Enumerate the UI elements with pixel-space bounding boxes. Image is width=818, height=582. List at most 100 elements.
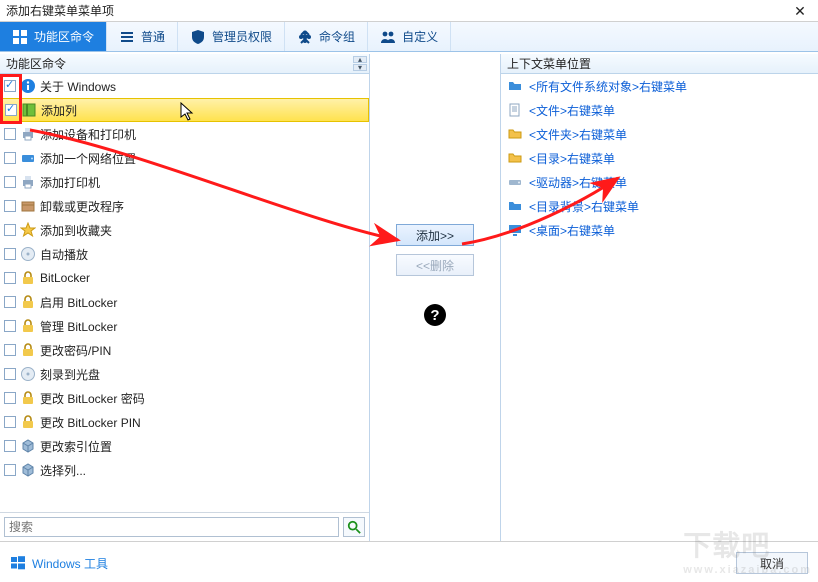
checkbox[interactable] [4, 368, 16, 380]
context-location-label: <所有文件系统对象>右键菜单 [529, 78, 687, 95]
lock-y-icon [20, 294, 36, 310]
checkbox[interactable] [4, 392, 16, 404]
toolbar-label: 普通 [141, 28, 165, 45]
left-scroll-buttons[interactable]: ▴▾ [353, 56, 369, 71]
checkbox[interactable] [4, 464, 16, 476]
list-item-label: 启用 BitLocker [40, 294, 365, 311]
list-item[interactable]: BitLocker [0, 266, 369, 290]
list-item[interactable]: 管理 BitLocker [0, 314, 369, 338]
list-item[interactable]: 自动播放 [0, 242, 369, 266]
context-location-item[interactable]: <桌面>右键菜单 [501, 218, 818, 242]
shield-icon [190, 29, 206, 45]
list-item-label: 添加一个网络位置 [40, 150, 365, 167]
lock-y-icon [20, 414, 36, 430]
context-location-list[interactable]: <所有文件系统对象>右键菜单 <文件>右键菜单 <文件夹>右键菜单 <目录>右键菜单 <… [501, 74, 818, 541]
context-location-label: <文件>右键菜单 [529, 102, 615, 119]
list-item[interactable]: 更改索引位置 [0, 434, 369, 458]
context-location-item[interactable]: <文件>右键菜单 [501, 98, 818, 122]
checkbox[interactable] [5, 104, 17, 116]
people-icon [380, 29, 396, 45]
box-icon [20, 198, 36, 214]
list-item[interactable]: 添加到收藏夹 [0, 218, 369, 242]
context-location-label: <目录>右键菜单 [529, 150, 615, 167]
checkbox[interactable] [4, 224, 16, 236]
remove-button[interactable]: <<删除 [396, 254, 474, 276]
star-icon [20, 222, 36, 238]
list-item-label: 更改 BitLocker PIN [40, 414, 365, 431]
checkbox[interactable] [4, 128, 16, 140]
list-item-label: 自动播放 [40, 246, 365, 263]
lock-y-icon [20, 390, 36, 406]
left-panel-header: 功能区命令 [6, 54, 66, 74]
list-item[interactable]: 更改密码/PIN [0, 338, 369, 362]
toolbar-ribbon-commands[interactable]: 功能区命令 [0, 22, 107, 51]
folder-yellow-icon [507, 126, 523, 142]
checkbox[interactable] [4, 416, 16, 428]
list-item[interactable]: 更改 BitLocker 密码 [0, 386, 369, 410]
search-bar [0, 512, 369, 541]
command-list[interactable]: 关于 Windows 添加列添加设备和打印机添加一个网络位置添加打印机卸载或更改程… [0, 74, 369, 512]
info-blue-icon [20, 78, 36, 94]
search-input[interactable] [4, 517, 339, 537]
windows-tools-link[interactable]: Windows 工具 [10, 555, 108, 572]
list-item-label: 卸载或更改程序 [40, 198, 365, 215]
toolbar-custom[interactable]: 自定义 [368, 22, 451, 51]
list-item-label: 关于 Windows [40, 78, 365, 95]
context-location-item[interactable]: <所有文件系统对象>右键菜单 [501, 74, 818, 98]
toolbar-group[interactable]: 命令组 [285, 22, 368, 51]
context-location-label: <文件夹>右键菜单 [529, 126, 627, 143]
checkbox[interactable] [4, 200, 16, 212]
list-item-label: 选择列... [40, 462, 365, 479]
cube-icon [20, 462, 36, 478]
lock-y-icon [20, 342, 36, 358]
folder-blue-icon [507, 78, 523, 94]
cancel-button[interactable]: 取消 [736, 552, 808, 574]
windows-icon [10, 555, 26, 571]
help-icon[interactable]: ? [424, 304, 446, 326]
checkbox[interactable] [4, 272, 16, 284]
footer: Windows 工具 取消 [0, 544, 818, 582]
list-item[interactable]: 添加打印机 [0, 170, 369, 194]
windows-tools-label: Windows 工具 [32, 555, 108, 572]
list-item-label: 更改 BitLocker 密码 [40, 390, 365, 407]
list-item[interactable]: 添加列 [0, 98, 369, 122]
checkbox[interactable] [4, 176, 16, 188]
checkbox[interactable] [4, 248, 16, 260]
list-item[interactable]: 启用 BitLocker [0, 290, 369, 314]
close-icon[interactable]: ✕ [788, 0, 812, 22]
checkbox[interactable] [4, 296, 16, 308]
menu-icon [119, 29, 135, 45]
list-item[interactable]: 卸载或更改程序 [0, 194, 369, 218]
context-location-item[interactable]: <文件夹>右键菜单 [501, 122, 818, 146]
list-item[interactable]: 添加一个网络位置 [0, 146, 369, 170]
checkbox[interactable] [4, 80, 16, 92]
add-button[interactable]: 添加>> [396, 224, 474, 246]
checkbox[interactable] [4, 344, 16, 356]
green-box-icon [21, 102, 37, 118]
context-location-item[interactable]: <目录背景>右键菜单 [501, 194, 818, 218]
disc-icon [20, 246, 36, 262]
context-location-item[interactable]: <目录>右键菜单 [501, 146, 818, 170]
list-item[interactable]: 选择列... [0, 458, 369, 482]
doc-icon [507, 102, 523, 118]
context-location-label: <目录背景>右键菜单 [529, 198, 639, 215]
context-location-item[interactable]: <驱动器>右键菜单 [501, 170, 818, 194]
toolbar-label: 命令组 [319, 28, 355, 45]
checkbox[interactable] [4, 152, 16, 164]
transfer-panel: 添加>> <<删除 ? [370, 54, 500, 541]
context-location-label: <桌面>右键菜单 [529, 222, 615, 239]
toolbar-label: 管理员权限 [212, 28, 272, 45]
checkbox[interactable] [4, 320, 16, 332]
list-item[interactable]: 刻录到光盘 [0, 362, 369, 386]
window-title: 添加右键菜单菜单项 [6, 0, 114, 22]
list-item[interactable]: 添加设备和打印机 [0, 122, 369, 146]
toolbar-common[interactable]: 普通 [107, 22, 178, 51]
search-button[interactable] [343, 517, 365, 537]
toolbar-admin[interactable]: 管理员权限 [178, 22, 285, 51]
search-icon [347, 520, 361, 534]
checkbox[interactable] [4, 440, 16, 452]
diamond-icon [297, 29, 313, 45]
list-item[interactable]: 关于 Windows [0, 74, 369, 98]
list-item[interactable]: 更改 BitLocker PIN [0, 410, 369, 434]
folder-yellow-icon [507, 150, 523, 166]
